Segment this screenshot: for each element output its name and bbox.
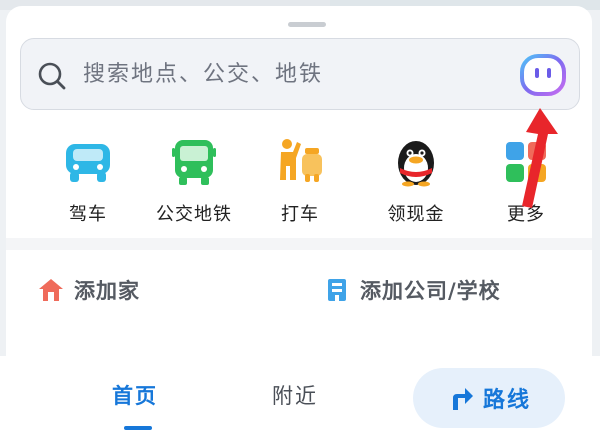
taxi-hail-icon [280, 139, 322, 182]
search-placeholder: 搜索地点、公交、地铁 [83, 62, 324, 87]
quick-actions: 驾车 公交地铁 打车 领现金 更多 [6, 136, 592, 231]
search-bar[interactable]: 搜索地点、公交、地铁 [20, 38, 580, 110]
car-icon [66, 144, 110, 182]
quick-action-cash[interactable]: 领现金 [366, 136, 466, 226]
tab-home-indicator [124, 426, 152, 430]
app-screen: 搜索地点、公交、地铁 驾车 公交地铁 打车 领现金 更多 添加家 添加公司/学校… [0, 0, 600, 441]
add-home-button[interactable]: 添加家 [38, 270, 140, 310]
saved-places: 添加家 添加公司/学校 [6, 258, 592, 338]
tab-home[interactable]: 首页 [112, 380, 158, 410]
home-icon [39, 279, 63, 301]
penguin-icon [398, 141, 434, 187]
add-home-label: 添加家 [74, 279, 140, 303]
tab-nearby[interactable]: 附近 [272, 380, 318, 410]
route-turn-icon [452, 388, 473, 410]
quick-action-drive[interactable]: 驾车 [38, 136, 138, 226]
quick-action-label: 驾车 [69, 204, 107, 225]
add-company-button[interactable]: 添加公司/学校 [324, 270, 501, 310]
sheet-drag-handle[interactable] [288, 22, 326, 27]
route-button[interactable]: 路线 [413, 368, 565, 428]
bottom-sheet: 搜索地点、公交、地铁 驾车 公交地铁 打车 领现金 更多 添加家 添加公司/学校 [6, 6, 592, 356]
voice-assistant-icon[interactable] [519, 53, 567, 97]
bus-icon [172, 140, 216, 185]
quick-action-label: 公交地铁 [156, 204, 232, 225]
section-divider [6, 238, 592, 250]
quick-action-transit[interactable]: 公交地铁 [144, 136, 244, 226]
add-company-label: 添加公司/学校 [360, 279, 501, 303]
bottom-tab-bar: 首页 附近 路线 [0, 356, 600, 441]
search-icon [38, 62, 66, 90]
route-label: 路线 [482, 388, 531, 413]
quick-action-label: 领现金 [387, 204, 445, 225]
building-icon [328, 279, 346, 301]
quick-action-taxi[interactable]: 打车 [250, 136, 350, 226]
annotation-arrow [522, 108, 558, 208]
quick-action-label: 打车 [281, 204, 319, 225]
